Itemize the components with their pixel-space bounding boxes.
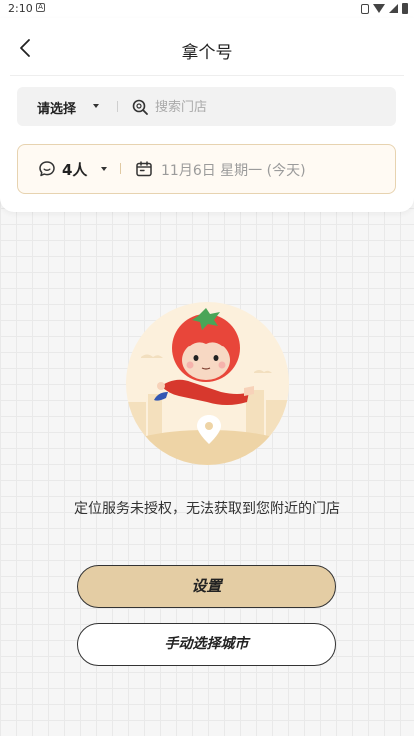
search-icon [132,99,148,115]
location-permission-message: 定位服务未授权，无法获取到您附近的门店 [74,501,340,517]
people-count-label: 4人 [62,161,88,179]
header-card: 拿个号 请选择 4人 [0,18,414,212]
status-bar: 2:10 A [0,0,414,18]
caret-down-icon [93,104,99,108]
settings-button[interactable]: 设置 [77,565,336,608]
calendar-icon [136,161,152,177]
signal-icon [389,4,398,13]
caret-down-icon [101,167,107,171]
party-selector: 4人 11月6日 星期一 (今天) [17,144,396,194]
location-illustration [126,302,289,465]
notification-icon: A [36,3,45,12]
battery-icon [402,3,408,14]
store-search-input[interactable] [155,96,375,118]
date-select[interactable]: 11月6日 星期一 (今天) [128,145,393,192]
store-search-field[interactable] [127,87,387,126]
city-select[interactable]: 请选择 [17,87,117,126]
divider [120,163,121,174]
status-icons [361,3,408,14]
manual-city-select-button[interactable]: 手动选择城市 [77,623,336,666]
people-count-select[interactable]: 4人 [18,145,118,192]
chat-bubble-icon [39,161,55,177]
status-time: 2:10 [8,2,33,15]
nav-bar: 拿个号 [0,18,414,76]
wifi-icon [373,4,385,13]
date-label: 11月6日 星期一 (今天) [161,163,306,179]
search-bar: 请选择 [17,87,396,126]
city-select-label: 请选择 [37,102,77,117]
vibrate-icon [361,3,369,14]
divider [117,101,118,112]
divider [10,75,404,76]
page-title: 拿个号 [181,43,233,63]
